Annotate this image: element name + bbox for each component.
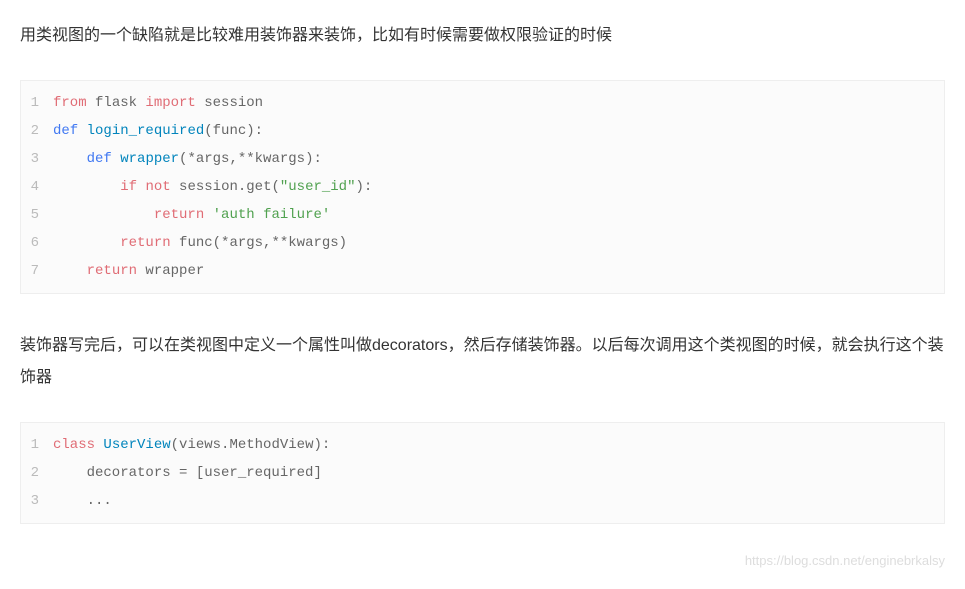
paragraph-1: 用类视图的一个缺陷就是比较难用装饰器来装饰，比如有时候需要做权限验证的时候 bbox=[20, 20, 945, 52]
code-content: ... bbox=[53, 487, 112, 515]
code-block-1: 1from flask import session2def login_req… bbox=[20, 80, 945, 294]
line-number: 5 bbox=[25, 201, 53, 229]
code-line: 2 decorators = [user_required] bbox=[25, 459, 940, 487]
code-content: return func(*args,**kwargs) bbox=[53, 229, 347, 257]
line-number: 3 bbox=[25, 487, 53, 515]
line-number: 3 bbox=[25, 145, 53, 173]
line-number: 7 bbox=[25, 257, 53, 285]
code-line: 3 ... bbox=[25, 487, 940, 515]
code-line: 1from flask import session bbox=[25, 89, 940, 117]
code-content: class UserView(views.MethodView): bbox=[53, 431, 330, 459]
code-content: def wrapper(*args,**kwargs): bbox=[53, 145, 322, 173]
code-line: 4 if not session.get("user_id"): bbox=[25, 173, 940, 201]
code-line: 3 def wrapper(*args,**kwargs): bbox=[25, 145, 940, 173]
line-number: 2 bbox=[25, 459, 53, 487]
line-number: 6 bbox=[25, 229, 53, 257]
line-number: 4 bbox=[25, 173, 53, 201]
code-content: if not session.get("user_id"): bbox=[53, 173, 372, 201]
code-line: 2def login_required(func): bbox=[25, 117, 940, 145]
line-number: 1 bbox=[25, 431, 53, 459]
code-content: def login_required(func): bbox=[53, 117, 263, 145]
paragraph-2: 装饰器写完后，可以在类视图中定义一个属性叫做decorators，然后存储装饰器… bbox=[20, 330, 945, 394]
line-number: 2 bbox=[25, 117, 53, 145]
code-content: return 'auth failure' bbox=[53, 201, 330, 229]
code-block-2: 1class UserView(views.MethodView):2 deco… bbox=[20, 422, 945, 524]
code-content: return wrapper bbox=[53, 257, 204, 285]
code-line: 1class UserView(views.MethodView): bbox=[25, 431, 940, 459]
code-content: decorators = [user_required] bbox=[53, 459, 322, 487]
code-line: 5 return 'auth failure' bbox=[25, 201, 940, 229]
watermark: https://blog.csdn.net/enginebrkalsy bbox=[745, 553, 945, 568]
code-line: 6 return func(*args,**kwargs) bbox=[25, 229, 940, 257]
code-line: 7 return wrapper bbox=[25, 257, 940, 285]
code-content: from flask import session bbox=[53, 89, 263, 117]
line-number: 1 bbox=[25, 89, 53, 117]
